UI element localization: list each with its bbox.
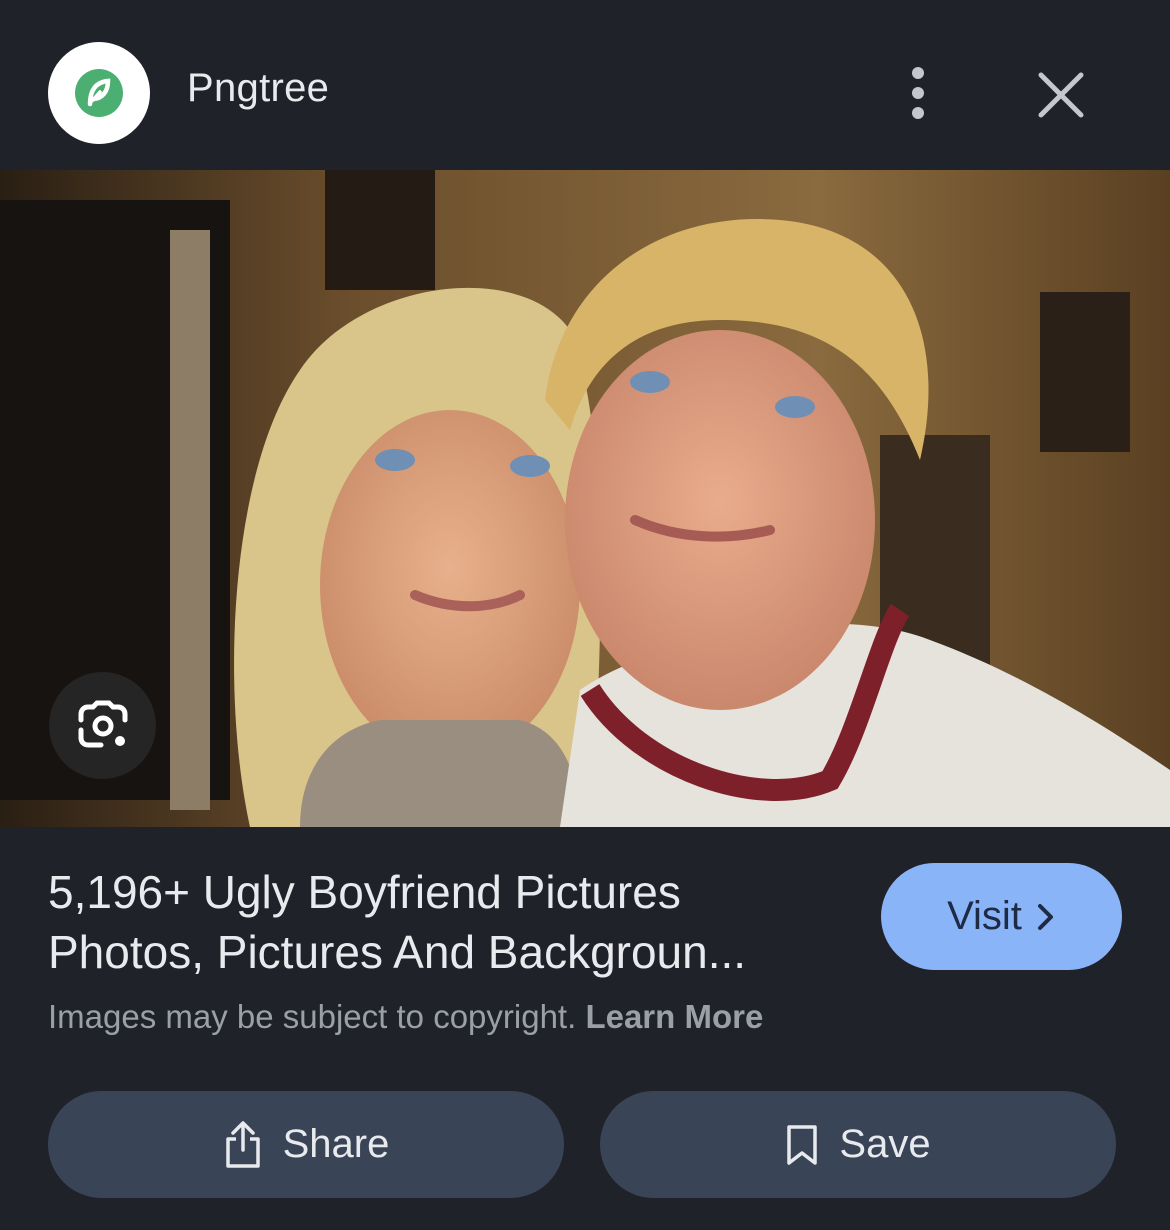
more-options-button[interactable] xyxy=(893,60,943,126)
photo-illustration xyxy=(0,170,1170,827)
source-name[interactable]: Pngtree xyxy=(187,66,329,111)
result-image[interactable] xyxy=(0,170,1170,827)
close-icon xyxy=(1038,72,1084,118)
result-title-line-2: Photos, Pictures And Backgroun... xyxy=(48,926,747,978)
result-title-line-1: 5,196+ Ugly Boyfriend Pictures xyxy=(48,866,681,918)
copyright-text: Images may be subject to copyright. xyxy=(48,998,577,1035)
bookmark-icon xyxy=(785,1123,819,1167)
pngtree-leaf-icon xyxy=(70,64,128,122)
save-label: Save xyxy=(839,1122,931,1166)
visit-button[interactable]: Visit xyxy=(881,863,1122,970)
share-label: Share xyxy=(282,1122,390,1166)
close-button[interactable] xyxy=(1030,64,1092,126)
save-button[interactable]: Save xyxy=(600,1091,1116,1198)
chevron-right-icon xyxy=(1037,903,1053,930)
visit-label: Visit xyxy=(947,894,1022,938)
share-button[interactable]: Share xyxy=(48,1091,564,1198)
google-lens-icon xyxy=(78,700,127,747)
result-title[interactable]: 5,196+ Ugly Boyfriend Pictures Photos, P… xyxy=(48,862,848,982)
pngtree-logo[interactable] xyxy=(48,42,150,144)
learn-more-link[interactable]: Learn More xyxy=(585,998,763,1035)
header-bar: Pngtree xyxy=(0,0,1170,170)
share-icon xyxy=(223,1120,263,1170)
more-vert-icon xyxy=(912,67,924,119)
google-lens-button[interactable] xyxy=(49,672,156,779)
copyright-notice: Images may be subject to copyright. Lear… xyxy=(48,998,763,1036)
